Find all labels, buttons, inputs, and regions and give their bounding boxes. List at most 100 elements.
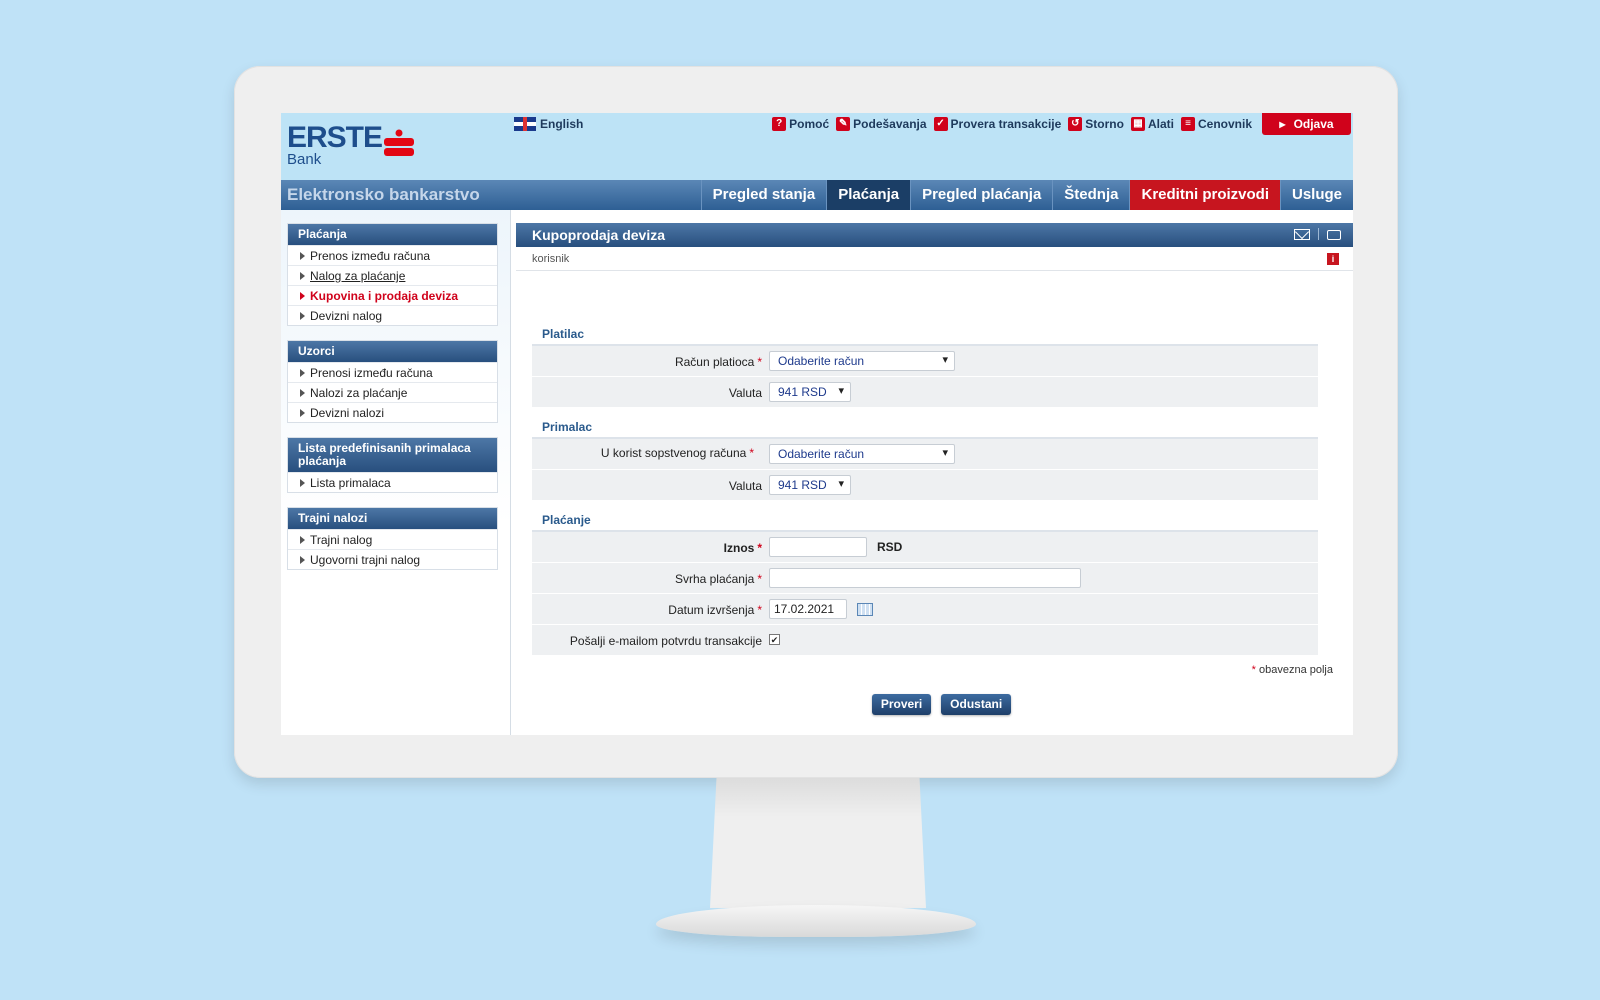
amount-unit: RSD — [877, 540, 903, 554]
logout-label: Odjava — [1293, 117, 1334, 131]
sidebar-item-transfer[interactable]: Prenos između računa — [288, 245, 497, 265]
field-control: 941 RSD — [769, 382, 851, 402]
uk-flag-icon — [514, 117, 536, 131]
sidebar-item-foreign-order[interactable]: Devizni nalog — [288, 305, 497, 325]
amount-input[interactable] — [769, 537, 867, 557]
monitor-stand — [710, 778, 926, 908]
form-row: Pošalji e-mailom potvrdu transakcije ✔ — [532, 625, 1318, 656]
separator — [1318, 227, 1319, 240]
date-label: Datum izvršenja — [668, 603, 755, 617]
language-switch[interactable]: English — [514, 117, 583, 131]
page-title: Kupoprodaja deviza — [532, 227, 666, 243]
email-icon[interactable] — [1294, 229, 1310, 240]
sidebar-item-payment-templates[interactable]: Nalozi za plaćanje — [288, 382, 497, 402]
recipient-account-label: U korist sopstvenog računa — [600, 446, 747, 460]
field-control: RSD — [769, 537, 902, 557]
form-buttons: Proveri Odustani — [516, 694, 1353, 715]
main-nav: Elektronsko bankarstvo Pregled stanja Pl… — [281, 180, 1353, 210]
info-icon[interactable]: i — [1327, 253, 1339, 265]
tools-label: Alati — [1147, 117, 1174, 131]
storno-link[interactable]: ↺ Storno — [1068, 114, 1124, 134]
sidebar-group-standing-orders: Trajni nalozi Trajni nalog Ugovorni traj… — [287, 507, 498, 570]
tab-credit-products[interactable]: Kreditni proizvodi — [1129, 180, 1280, 210]
sidebar-item-standing-order[interactable]: Trajni nalog — [288, 529, 497, 549]
sidebar-item-label: Kupovina i prodaja deviza — [310, 289, 459, 303]
sidebar-item-foreign-templates[interactable]: Devizni nalozi — [288, 402, 497, 422]
section-title-payment: Plaćanje — [542, 513, 591, 527]
section-title-recipient: Primalac — [542, 420, 593, 434]
payer-currency-label: Valuta — [728, 386, 762, 400]
sidebar-item-label: Prenos između računa — [310, 249, 431, 263]
sidebar-item-label: Nalozi za plaćanje — [310, 386, 408, 400]
check-button[interactable]: Proveri — [871, 694, 932, 715]
payer-account-label: Račun platioca — [674, 355, 755, 369]
settings-label: Podešavanja — [853, 117, 927, 131]
tab-payment-overview[interactable]: Pregled plaćanja — [910, 180, 1052, 210]
erste-symbol-icon — [384, 129, 414, 156]
field-label: Račun platioca * — [675, 355, 762, 369]
pricelist-link[interactable]: ≡ Cenovnik — [1180, 114, 1252, 134]
form-row: Datum izvršenja * — [532, 594, 1318, 625]
form-row: Valuta 941 RSD — [532, 377, 1318, 408]
field-label: Datum izvršenja * — [668, 603, 762, 617]
field-control: Odaberite račun — [769, 444, 955, 464]
tab-services[interactable]: Usluge — [1279, 180, 1353, 210]
field-control: 941 RSD — [769, 475, 851, 495]
form-row: Svrha plaćanja * — [532, 563, 1318, 594]
payment-form: Iznos * RSD Svrha plaćanja * Datum izvršen… — [532, 530, 1318, 656]
recipient-currency-select[interactable]: 941 RSD — [769, 475, 851, 495]
storno-label: Storno — [1085, 117, 1124, 131]
help-link[interactable]: ? Pomoć — [772, 114, 829, 134]
payer-account-select[interactable]: Odaberite račun — [769, 351, 955, 371]
recipient-account-select[interactable]: Odaberite račun — [769, 444, 955, 464]
tools-icon: ▦ — [1130, 117, 1145, 131]
user-row: korisnik i — [516, 247, 1353, 271]
email-confirm-checkbox[interactable]: ✔ — [769, 634, 780, 645]
recipient-form: U korist sopstvenog računa * Odaberite ra… — [532, 437, 1318, 501]
tab-savings[interactable]: Štednja — [1052, 180, 1129, 210]
date-input[interactable] — [769, 599, 847, 619]
transaction-check-link[interactable]: ✓ Provera transakcije — [933, 114, 1062, 134]
required-mark: * — [749, 446, 754, 460]
payer-currency-select[interactable]: 941 RSD — [769, 382, 851, 402]
tab-payments[interactable]: Plaćanja — [826, 180, 911, 210]
cancel-button[interactable]: Odustani — [941, 694, 1012, 715]
sidebar-item-recipient-list[interactable]: Lista primalaca — [288, 472, 497, 492]
form-row: Račun platioca * Odaberite račun — [532, 346, 1318, 377]
calendar-icon[interactable] — [857, 602, 873, 616]
sidebar-item-label: Prenosi između računa — [310, 366, 433, 380]
sidebar-group-title: Lista predefinisanih primalaca plaćanja — [288, 438, 497, 472]
check-icon: ✓ — [933, 117, 948, 131]
storno-icon: ↺ — [1068, 117, 1083, 131]
print-icon[interactable] — [1327, 229, 1341, 240]
settings-link[interactable]: ✎ Podešavanja — [836, 114, 927, 134]
tools-link[interactable]: ▦ Alati — [1130, 114, 1174, 134]
field-label: U korist sopstvenog računa * — [601, 446, 754, 460]
nav-tabs: Pregled stanja Plaćanja Pregled plaćanja… — [700, 180, 1353, 210]
sidebar-item-contract-standing-order[interactable]: Ugovorni trajni nalog — [288, 549, 497, 569]
transaction-check-label: Provera transakcije — [950, 117, 1062, 131]
required-mark: * — [757, 572, 762, 586]
sidebar-item-transfer-templates[interactable]: Prenosi između računa — [288, 362, 497, 382]
sidebar-item-currency-exchange[interactable]: Kupovina i prodaja deviza — [288, 285, 497, 305]
utility-bar: ? Pomoć ✎ Podešavanja ✓ Provera transakc… — [772, 113, 1351, 135]
sidebar-item-payment-order[interactable]: Nalog za plaćanje — [288, 265, 497, 285]
mandatory-note-text: obavezna polja — [1258, 664, 1333, 676]
sidebar: Plaćanja Prenos između računa Nalog za p… — [287, 223, 498, 584]
language-label: English — [540, 117, 584, 131]
help-label: Pomoć — [789, 117, 830, 131]
tab-account-overview[interactable]: Pregled stanja — [700, 180, 827, 210]
screen: ERSTE Bank English ? Pomoć ✎ Podešavanja… — [281, 113, 1353, 735]
sidebar-item-label: Lista primalaca — [310, 476, 391, 490]
top-header: ERSTE Bank English ? Pomoć ✎ Podešavanja… — [281, 113, 1353, 183]
sidebar-group-title: Plaćanja — [288, 224, 497, 245]
purpose-input[interactable] — [769, 568, 1081, 588]
recipient-currency-label: Valuta — [728, 479, 762, 493]
field-control — [769, 568, 1081, 588]
form-row: Iznos * RSD — [532, 532, 1318, 563]
main-header: Kupoprodaja deviza — [516, 223, 1353, 247]
arrow-right-icon: ▶ — [1279, 119, 1286, 129]
erste-logo[interactable]: ERSTE Bank — [287, 123, 414, 167]
logout-button[interactable]: ▶ Odjava — [1262, 113, 1351, 135]
field-control — [769, 599, 873, 619]
